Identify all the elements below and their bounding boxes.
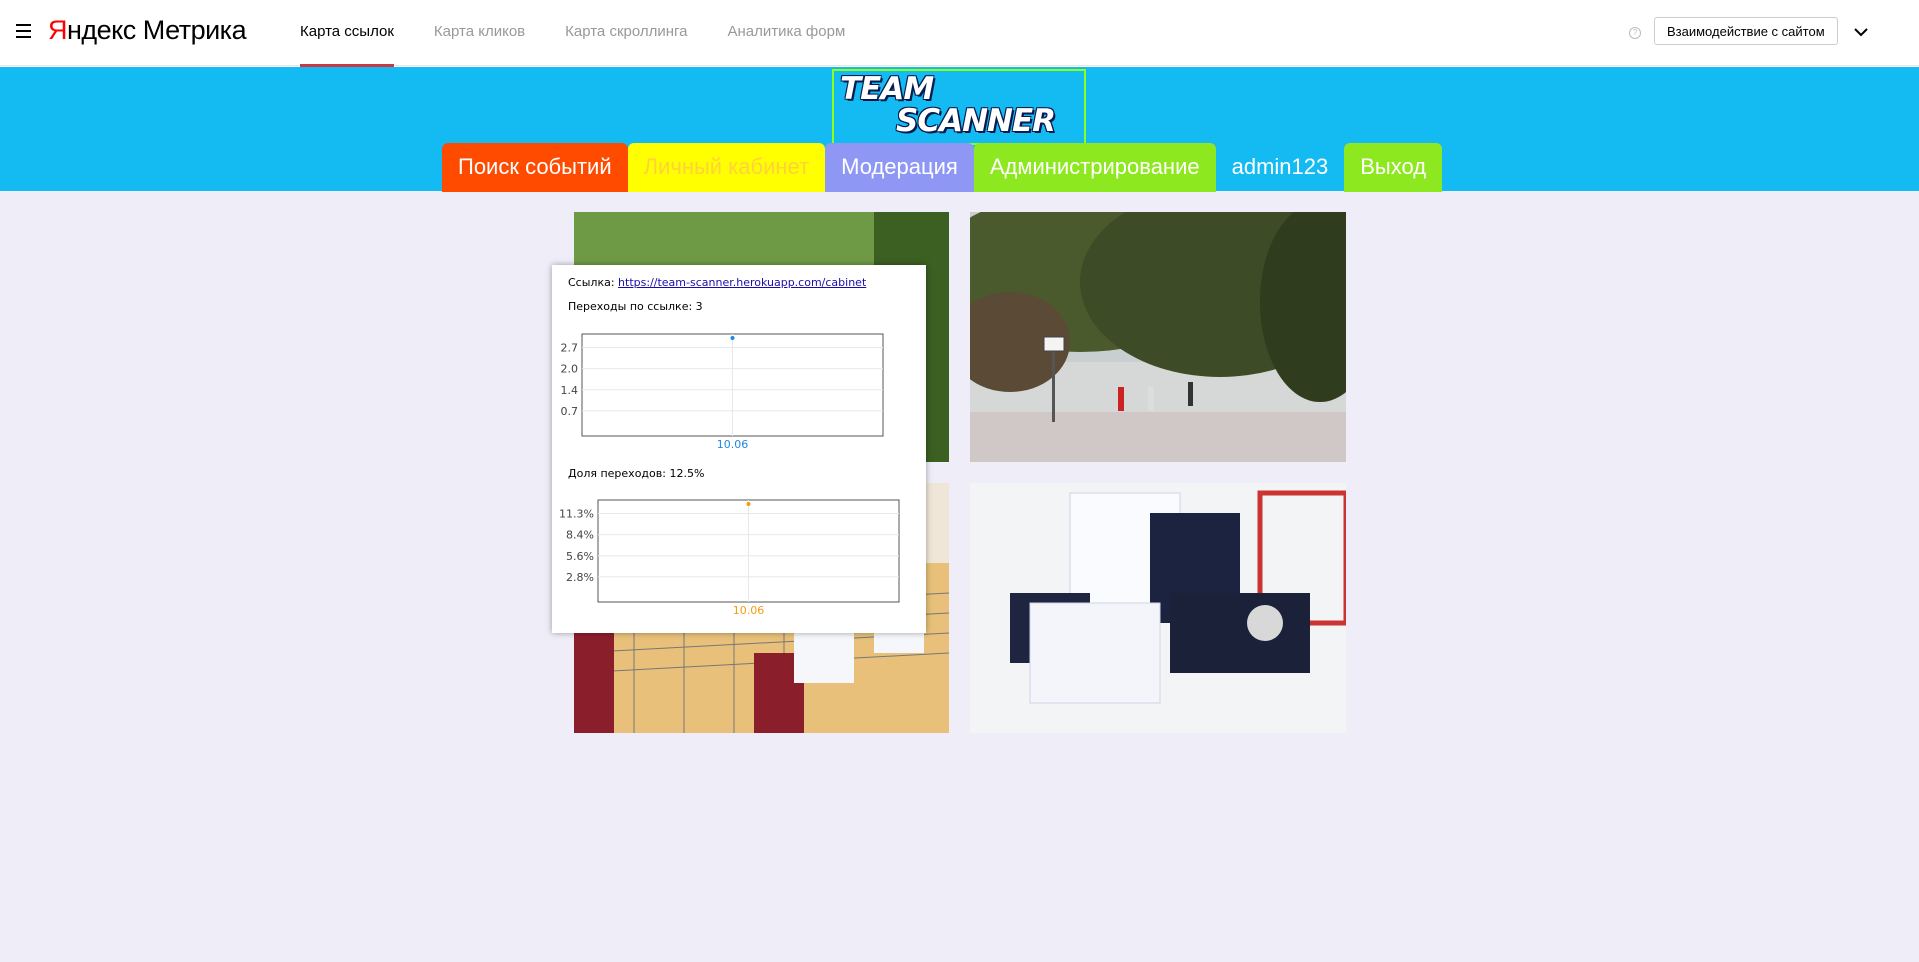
y-tick-label: 2.0 xyxy=(561,363,579,376)
tab-click-map[interactable]: Карта кликов xyxy=(434,0,525,66)
clicks-value: 3 xyxy=(695,300,703,313)
y-tick-label: 2.7 xyxy=(561,342,579,355)
metrika-topbar: Яндекс Метрика Карта ссылок Карта кликов… xyxy=(0,0,1919,67)
link-url[interactable]: https://team-scanner.herokuapp.com/cabin… xyxy=(618,276,866,289)
share-label: Доля переходов: xyxy=(568,467,666,480)
y-tick-label: 5.6% xyxy=(566,550,594,563)
y-tick-label: 0.7 xyxy=(561,405,579,418)
nav-search-events[interactable]: Поиск событий xyxy=(442,143,628,192)
share-value: 12.5% xyxy=(669,467,705,480)
menu-icon[interactable] xyxy=(16,24,31,38)
data-point[interactable] xyxy=(730,336,735,340)
team-scanner-logo[interactable]: TEAM SCANNER xyxy=(832,69,1086,145)
site-header: TEAM SCANNER Поиск событий Личный кабине… xyxy=(0,67,1919,192)
basketball-photo[interactable] xyxy=(970,212,1346,462)
nav-administration[interactable]: Администрирование xyxy=(973,143,1216,192)
tab-scroll-map[interactable]: Карта скроллинга xyxy=(565,0,687,66)
chevron-down-icon[interactable] xyxy=(1853,24,1869,40)
link-row: Ссылка: https://team-scanner.herokuapp.c… xyxy=(568,276,866,289)
site-viewport: TEAM SCANNER Поиск событий Личный кабине… xyxy=(0,67,1919,962)
link-label: Ссылка: xyxy=(568,276,615,289)
metrika-logo[interactable]: Яндекс Метрика xyxy=(48,15,247,46)
x-tick-label: 10.06 xyxy=(733,604,765,617)
data-point[interactable] xyxy=(746,502,751,506)
help-icon[interactable]: ? xyxy=(1629,27,1641,39)
y-tick-label: 8.4% xyxy=(566,529,594,542)
y-tick-label: 1.4 xyxy=(561,384,579,397)
share-chart: 11.3% 8.4% 5.6% 2.8% 10.06 xyxy=(559,497,922,619)
tab-link-map[interactable]: Карта ссылок xyxy=(300,0,394,67)
nav-username[interactable]: admin123 xyxy=(1216,143,1345,192)
link-stats-popup: Ссылка: https://team-scanner.herokuapp.c… xyxy=(552,265,926,633)
nav-moderation[interactable]: Модерация xyxy=(825,143,974,192)
clicks-chart: 2.7 2.0 1.4 0.7 10.06 xyxy=(561,331,922,453)
clicks-label: Переходы по ссылке: xyxy=(568,300,693,313)
hockey-photo[interactable] xyxy=(970,483,1346,733)
nav-personal-cabinet[interactable]: Личный кабинет xyxy=(627,143,826,192)
site-interaction-button[interactable]: Взаимодействие с сайтом xyxy=(1654,17,1838,45)
x-tick-label: 10.06 xyxy=(717,438,749,451)
clicks-row: Переходы по ссылке: 3 xyxy=(568,300,703,313)
report-tabs: Карта ссылок Карта кликов Карта скроллин… xyxy=(300,0,885,67)
y-tick-label: 11.3% xyxy=(559,508,594,521)
nav-exit[interactable]: Выход xyxy=(1344,143,1443,192)
site-nav: Поиск событий Личный кабинет Модерация А… xyxy=(442,143,1443,192)
y-tick-label: 2.8% xyxy=(566,571,594,584)
share-row: Доля переходов: 12.5% xyxy=(568,467,704,480)
tab-form-analytics[interactable]: Аналитика форм xyxy=(728,0,846,66)
